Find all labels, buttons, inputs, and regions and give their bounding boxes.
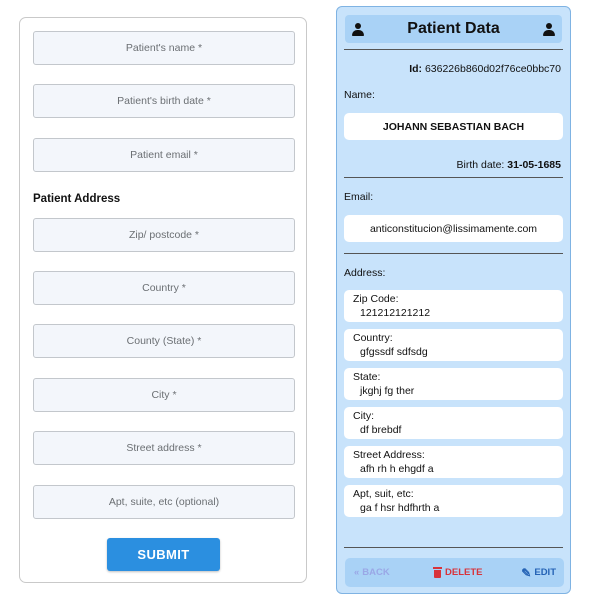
- street-label: Street Address:: [353, 449, 425, 461]
- patient-email-value: anticonstitucion@lissimamente.com: [344, 215, 563, 242]
- patient-name-input[interactable]: Patient's name *: [33, 31, 295, 65]
- back-label: BACK: [362, 567, 390, 578]
- apt-label: Apt, suit, etc:: [353, 488, 414, 500]
- edit-button[interactable]: ✎ EDIT: [521, 558, 556, 587]
- apt-value: ga f hsr hdfhrth a: [360, 502, 440, 514]
- patient-email-input[interactable]: Patient email *: [33, 138, 295, 172]
- birth-date-value: 31-05-1685: [507, 159, 561, 171]
- patient-address-heading: Patient Address: [33, 193, 121, 205]
- zip-value: 121212121212: [360, 307, 431, 319]
- state-label: State:: [353, 371, 381, 383]
- county-state-input[interactable]: County (State) *: [33, 324, 295, 358]
- address-street: Street Address: afh rh h ehgdf a: [344, 446, 563, 478]
- birth-date-label: Birth date:: [456, 159, 505, 171]
- zip-postcode-input[interactable]: Zip/ postcode *: [33, 218, 295, 252]
- divider: [344, 49, 563, 50]
- submit-button[interactable]: SUBMIT: [107, 538, 220, 571]
- panel-footer: « BACK DELETE ✎ EDIT: [345, 558, 564, 587]
- divider: [344, 253, 563, 254]
- patient-name-value: JOHANN SEBASTIAN BACH: [344, 113, 563, 140]
- panel-title: Patient Data: [407, 20, 500, 37]
- delete-label: DELETE: [445, 567, 483, 578]
- address-city: City: df brebdf: [344, 407, 563, 439]
- state-value: jkghj fg ther: [360, 385, 415, 397]
- edit-label: EDIT: [534, 567, 556, 578]
- id-label: Id:: [409, 63, 423, 75]
- address-apt: Apt, suit, etc: ga f hsr hdfhrth a: [344, 485, 563, 517]
- country-value: gfgssdf sdfsdg: [360, 346, 428, 358]
- pencil-icon: ✎: [521, 565, 532, 580]
- city-input[interactable]: City *: [33, 378, 295, 412]
- user-icon: [352, 22, 364, 36]
- name-label: Name:: [344, 89, 375, 101]
- apt-suite-input[interactable]: Apt, suite, etc (optional): [33, 485, 295, 519]
- city-value: df brebdf: [360, 424, 402, 436]
- double-chevron-left-icon: «: [354, 567, 360, 578]
- back-button[interactable]: « BACK: [354, 558, 390, 587]
- email-label: Email:: [344, 191, 374, 203]
- patient-data-panel: Patient Data Id: 636226b860d02f76ce0bbc7…: [336, 6, 571, 594]
- address-zip: Zip Code: 121212121212: [344, 290, 563, 322]
- birth-date: Birth date: 31-05-1685: [456, 159, 561, 171]
- street-value: afh rh h ehgdf a: [360, 463, 434, 475]
- delete-button[interactable]: DELETE: [433, 558, 482, 587]
- panel-header: Patient Data: [345, 15, 562, 43]
- patient-id: Id: 636226b860d02f76ce0bbc70: [409, 63, 561, 75]
- country-input[interactable]: Country *: [33, 271, 295, 305]
- patient-form: Patient's name * Patient's birth date * …: [19, 17, 307, 583]
- city-label: City:: [353, 410, 374, 422]
- country-label: Country:: [353, 332, 393, 344]
- zip-label: Zip Code:: [353, 293, 399, 305]
- street-address-input[interactable]: Street address *: [33, 431, 295, 465]
- trash-icon: [433, 567, 442, 578]
- address-label: Address:: [344, 267, 386, 279]
- id-value: 636226b860d02f76ce0bbc70: [424, 63, 561, 75]
- divider: [344, 177, 563, 178]
- user-icon: [543, 22, 555, 36]
- divider: [344, 547, 563, 548]
- address-country: Country: gfgssdf sdfsdg: [344, 329, 563, 361]
- patient-birth-date-input[interactable]: Patient's birth date *: [33, 84, 295, 118]
- address-state: State: jkghj fg ther: [344, 368, 563, 400]
